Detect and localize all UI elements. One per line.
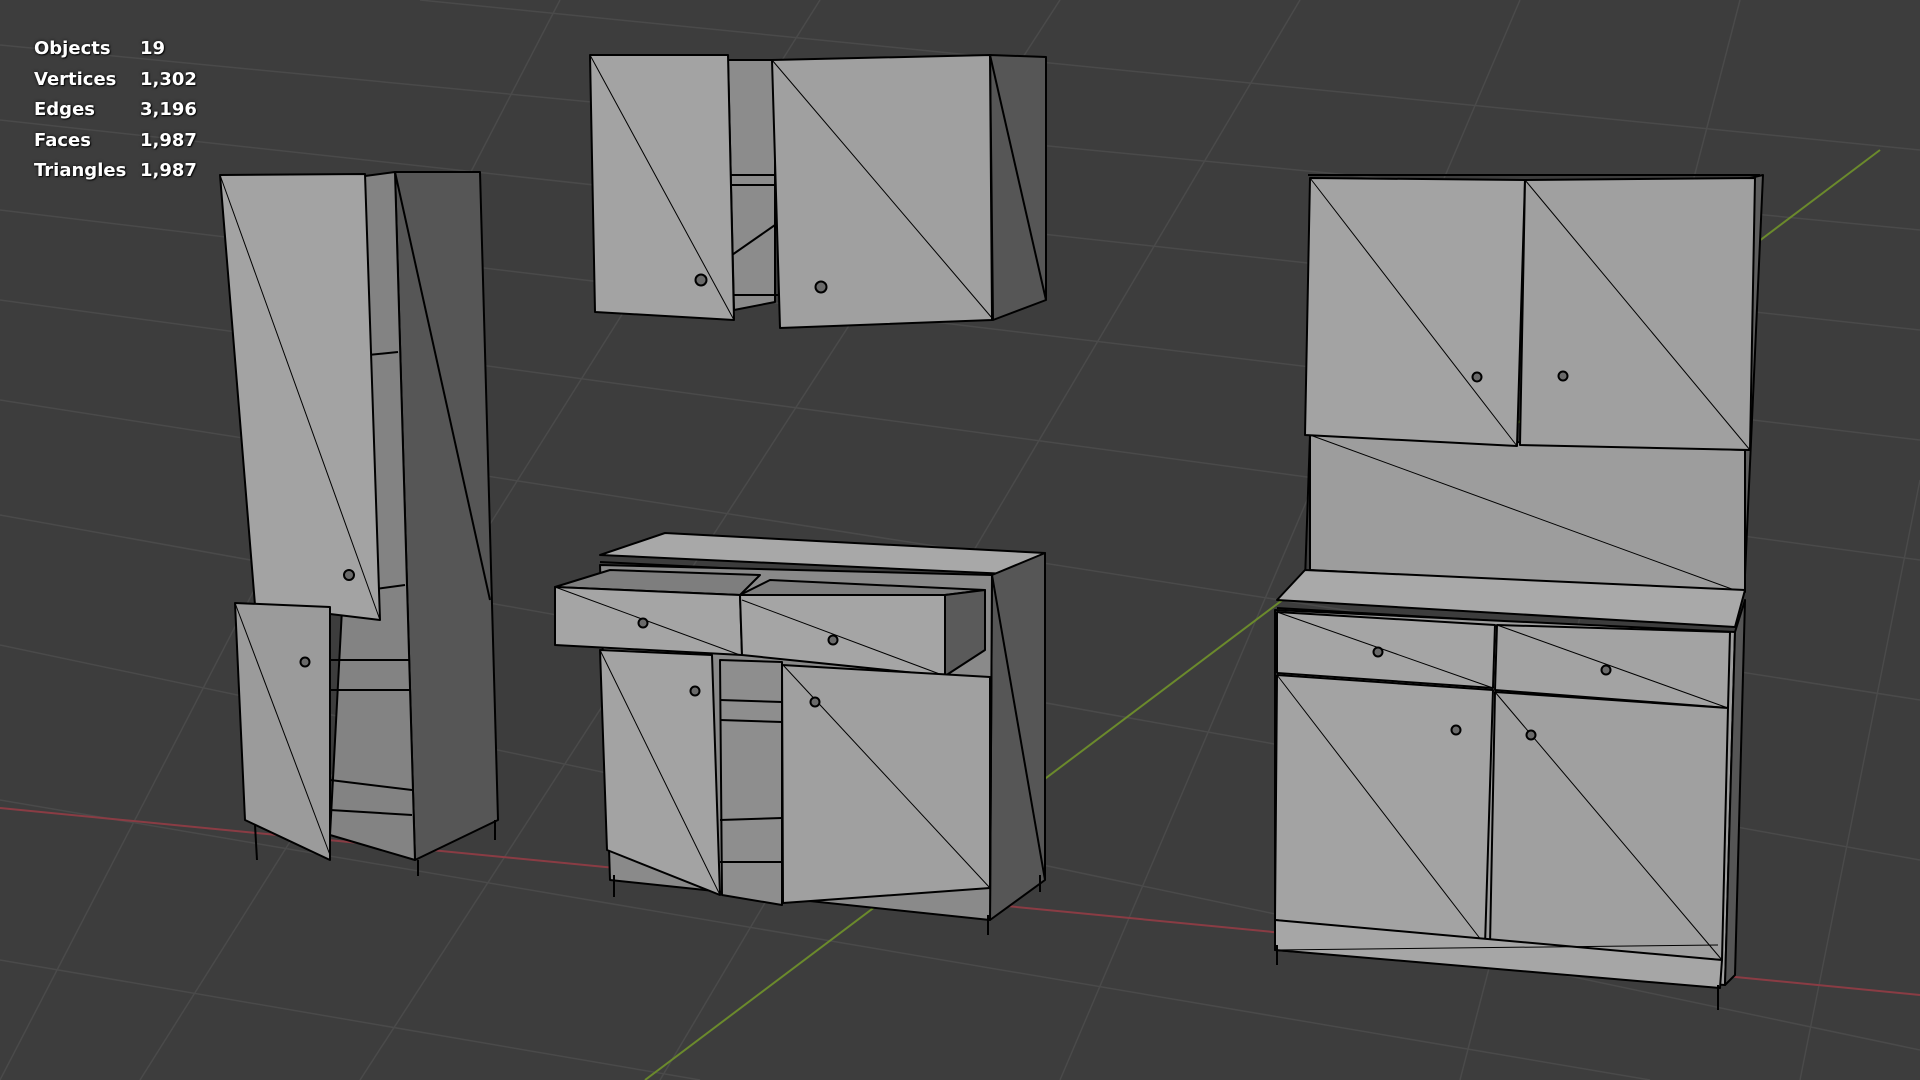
- hutch-upper-left-door[interactable]: [1304, 177, 1526, 447]
- tall-cabinet[interactable]: [219, 171, 499, 876]
- stat-value: 1,987: [140, 129, 197, 151]
- knob-icon: [299, 656, 311, 668]
- knob-icon: [1525, 729, 1537, 741]
- knob-icon: [809, 696, 821, 708]
- stat-label: Vertices: [34, 68, 117, 90]
- scene-canvas[interactable]: [0, 0, 1920, 1080]
- knob-icon: [1557, 370, 1569, 382]
- knob-icon: [1600, 664, 1612, 676]
- hutch-cabinet[interactable]: [1274, 174, 1764, 1010]
- stat-row-triangles: Triangles 1,987: [34, 156, 197, 187]
- scene-statistics-overlay: Objects 19 Vertices 1,302 Edges 3,196 Fa…: [34, 34, 197, 187]
- knob-icon: [689, 685, 701, 697]
- knob-icon: [827, 634, 839, 646]
- stat-label: Edges: [34, 99, 95, 121]
- stat-row-faces: Faces 1,987: [34, 126, 197, 157]
- wall-cabinet[interactable]: [589, 54, 1047, 329]
- wall-cabinet-right-door[interactable]: [771, 54, 993, 329]
- stat-label: Triangles: [34, 160, 127, 182]
- knob-icon: [637, 617, 649, 629]
- knob-icon: [814, 280, 828, 294]
- 3d-viewport[interactable]: Objects 19 Vertices 1,302 Edges 3,196 Fa…: [0, 0, 1920, 1080]
- stat-label: Objects: [34, 38, 111, 59]
- knob-icon: [1450, 724, 1462, 736]
- base-cabinet[interactable]: [554, 532, 1046, 935]
- stat-row-vertices: Vertices 1,302: [34, 65, 197, 96]
- stat-value: 1,302: [140, 68, 197, 90]
- stat-label: Faces: [34, 129, 91, 151]
- stat-value: 3,196: [140, 99, 197, 121]
- hutch-upper-right-door[interactable]: [1519, 177, 1756, 451]
- knob-icon: [694, 273, 708, 287]
- stat-value: 1,987: [140, 160, 197, 182]
- knob-icon: [343, 569, 355, 581]
- base-cabinet-interior: [719, 659, 783, 906]
- knob-icon: [1471, 371, 1483, 383]
- stat-value: 19: [140, 38, 166, 59]
- stat-row-objects: Objects 19: [34, 34, 197, 65]
- knob-icon: [1372, 646, 1384, 658]
- stat-row-edges: Edges 3,196: [34, 95, 197, 126]
